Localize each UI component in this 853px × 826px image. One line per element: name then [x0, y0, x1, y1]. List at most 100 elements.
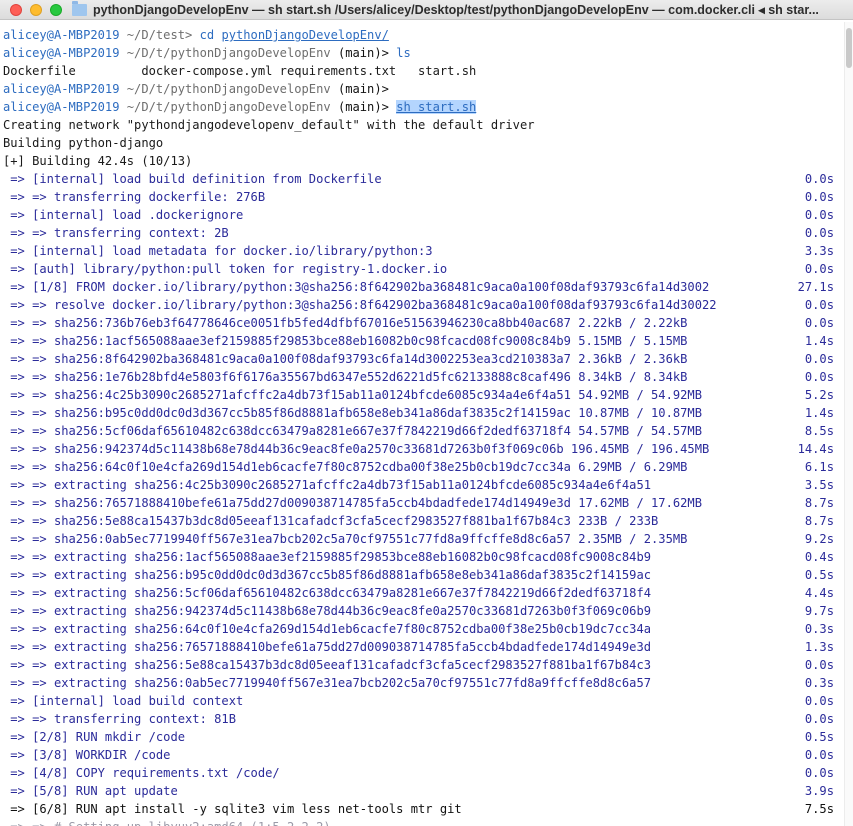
- build-step-time: 8.5s: [804, 424, 834, 438]
- build-step-time: 3.5s: [804, 478, 834, 492]
- vertical-scrollbar[interactable]: [844, 22, 853, 826]
- prompt-path: ~/D/t/pythonDjangoDevelopEnv: [126, 100, 331, 114]
- build-step-line: => => sha256:64c0f10e4cfa269d154d1eb6cac…: [3, 460, 688, 474]
- build-step-line: => => resolve docker.io/library/python:3…: [3, 298, 717, 312]
- prompt-argument: pythonDjangoDevelopEnv/: [221, 28, 389, 42]
- build-step-line: => => extracting sha256:5e88ca15437b3dc8…: [3, 658, 652, 672]
- prompt-branch: (main)>: [337, 46, 389, 60]
- build-step-line: => => extracting sha256:64c0f10e4cfa269d…: [3, 622, 652, 636]
- window-controls: [0, 3, 62, 16]
- build-step-line: => [internal] load .dockerignore: [3, 208, 244, 222]
- build-step-line: => => extracting sha256:5cf06daf65610482…: [3, 586, 652, 600]
- build-step-line: => => sha256:76571888410befe61a75dd27d00…: [3, 496, 702, 510]
- build-step-line: => [internal] load metadata for docker.i…: [3, 244, 433, 258]
- prompt-user: alicey@A-MBP2019: [3, 28, 120, 42]
- build-step-time: 14.4s: [797, 442, 834, 456]
- build-step-time: 0.0s: [804, 694, 834, 708]
- build-step-line: => => sha256:1e76b28bfd4e5803f6f6176a355…: [3, 370, 688, 384]
- prompt-command: cd: [199, 28, 215, 42]
- build-step-line: => => sha256:0ab5ec7719940ff567e31ea7bcb…: [3, 532, 688, 546]
- prompt-line: alicey@A-MBP2019 ~/D/t/pythonDjangoDevel…: [3, 80, 389, 98]
- build-step-time: 5.2s: [804, 388, 834, 402]
- build-step-line: => [1/8] FROM docker.io/library/python:3…: [3, 280, 710, 294]
- selected-command[interactable]: sh start.sh: [396, 100, 477, 114]
- active-step-time: 7.5s: [804, 802, 834, 816]
- build-step-time: 1.4s: [804, 334, 834, 348]
- build-step-line: => => extracting sha256:0ab5ec7719940ff5…: [3, 676, 652, 690]
- build-step-line: => => sha256:1acf565088aae3ef2159885f298…: [3, 334, 688, 348]
- build-step-time: 3.9s: [804, 784, 834, 798]
- build-step-time: 0.0s: [804, 712, 834, 726]
- build-step-time: 0.4s: [804, 550, 834, 564]
- build-step-line: => [internal] load build context: [3, 694, 244, 708]
- prompt-user: alicey@A-MBP2019: [3, 82, 120, 96]
- build-step-line: => => extracting sha256:4c25b3090c268527…: [3, 478, 652, 492]
- build-step-line: => [3/8] WORKDIR /code: [3, 748, 171, 762]
- log-tail-text: => => # Setting up libyuv2:amd64 (1:5.2.…: [3, 818, 330, 826]
- build-step-line: => => sha256:4c25b3090c2685271afcffc2a4d…: [3, 388, 702, 402]
- window-titlebar: pythonDjangoDevelopEnv — sh start.sh /Us…: [0, 0, 853, 20]
- build-step-line: => => extracting sha256:b95c0dd0dc0d3d36…: [3, 568, 652, 582]
- build-step-line: => [internal] load build definition from…: [3, 172, 382, 186]
- build-step-time: 0.0s: [804, 766, 834, 780]
- build-step-line: => [2/8] RUN mkdir /code: [3, 730, 186, 744]
- build-step-time: 0.0s: [804, 316, 834, 330]
- prompt-user: alicey@A-MBP2019: [3, 100, 120, 114]
- terminal-output[interactable]: alicey@A-MBP2019 ~/D/test> cd pythonDjan…: [0, 26, 845, 826]
- build-step-line: => => sha256:5cf06daf65610482c638dcc6347…: [3, 424, 702, 438]
- build-step-time: 0.5s: [804, 730, 834, 744]
- prompt-user: alicey@A-MBP2019: [3, 46, 120, 60]
- minimize-window-button[interactable]: [30, 3, 42, 16]
- build-step-time: 0.3s: [804, 676, 834, 690]
- build-step-time: 0.0s: [804, 352, 834, 366]
- output-line: Creating network "pythondjangodevelopenv…: [3, 118, 535, 132]
- build-step-time: 0.0s: [804, 298, 834, 312]
- zoom-window-button[interactable]: [50, 3, 62, 16]
- build-step-line: => => sha256:5e88ca15437b3dc8d05eeaf131c…: [3, 514, 659, 528]
- build-step-line: => [auth] library/python:pull token for …: [3, 262, 448, 276]
- window-title: pythonDjangoDevelopEnv — sh start.sh /Us…: [93, 3, 819, 17]
- build-step-line: => => transferring dockerfile: 276B: [3, 190, 266, 204]
- build-step-time: 6.1s: [804, 460, 834, 474]
- prompt-path: ~/D/t/pythonDjangoDevelopEnv: [126, 82, 331, 96]
- prompt-path: ~/D/test>: [126, 28, 193, 42]
- prompt-line: alicey@A-MBP2019 ~/D/t/pythonDjangoDevel…: [3, 98, 477, 116]
- build-step-line: => => transferring context: 81B: [3, 712, 236, 726]
- build-step-time: 0.3s: [804, 622, 834, 636]
- build-step-time: 0.5s: [804, 568, 834, 582]
- close-window-button[interactable]: [10, 3, 22, 16]
- scrollbar-thumb[interactable]: [846, 28, 852, 68]
- build-step-line: => => extracting sha256:942374d5c11438b6…: [3, 604, 652, 618]
- prompt-path: ~/D/t/pythonDjangoDevelopEnv: [126, 46, 331, 60]
- build-step-time: 9.2s: [804, 532, 834, 546]
- build-step-line: => => extracting sha256:1acf565088aae3ef…: [3, 550, 652, 564]
- prompt-line: alicey@A-MBP2019 ~/D/t/pythonDjangoDevel…: [3, 44, 411, 62]
- build-step-time: 1.4s: [804, 406, 834, 420]
- build-step-time: 0.0s: [804, 226, 834, 240]
- build-step-time: 0.0s: [804, 658, 834, 672]
- build-step-time: 0.0s: [804, 370, 834, 384]
- build-step-time: 3.3s: [804, 244, 834, 258]
- prompt-branch: (main)>: [337, 100, 389, 114]
- active-step-text: => [6/8] RUN apt install -y sqlite3 vim …: [3, 802, 462, 816]
- build-step-time: 8.7s: [804, 496, 834, 510]
- build-step-time: 9.7s: [804, 604, 834, 618]
- build-step-time: 0.0s: [804, 748, 834, 762]
- build-step-time: 0.0s: [804, 172, 834, 186]
- build-step-time: 0.0s: [804, 208, 834, 222]
- build-step-line: => => extracting sha256:76571888410befe6…: [3, 640, 652, 654]
- build-step-time: 1.3s: [804, 640, 834, 654]
- build-step-time: 4.4s: [804, 586, 834, 600]
- prompt-command: ls: [396, 46, 411, 60]
- build-step-time: 0.0s: [804, 190, 834, 204]
- build-step-line: => => sha256:942374d5c11438b68e78d44b36c…: [3, 442, 710, 456]
- build-progress-line: [+] Building 42.4s (10/13): [3, 154, 193, 168]
- build-step-line: => => sha256:736b76eb3f64778646ce0051fb5…: [3, 316, 688, 330]
- folder-icon: [72, 0, 87, 16]
- prompt-branch: (main)>: [337, 82, 389, 96]
- build-step-time: 0.0s: [804, 262, 834, 276]
- ls-output-line: Dockerfile docker-compose.yml requiremen…: [3, 64, 477, 78]
- build-step-line: => [5/8] RUN apt update: [3, 784, 178, 798]
- build-step-line: => => sha256:b95c0dd0dc0d3d367cc5b85f86d…: [3, 406, 702, 420]
- build-step-line: => [4/8] COPY requirements.txt /code/: [3, 766, 280, 780]
